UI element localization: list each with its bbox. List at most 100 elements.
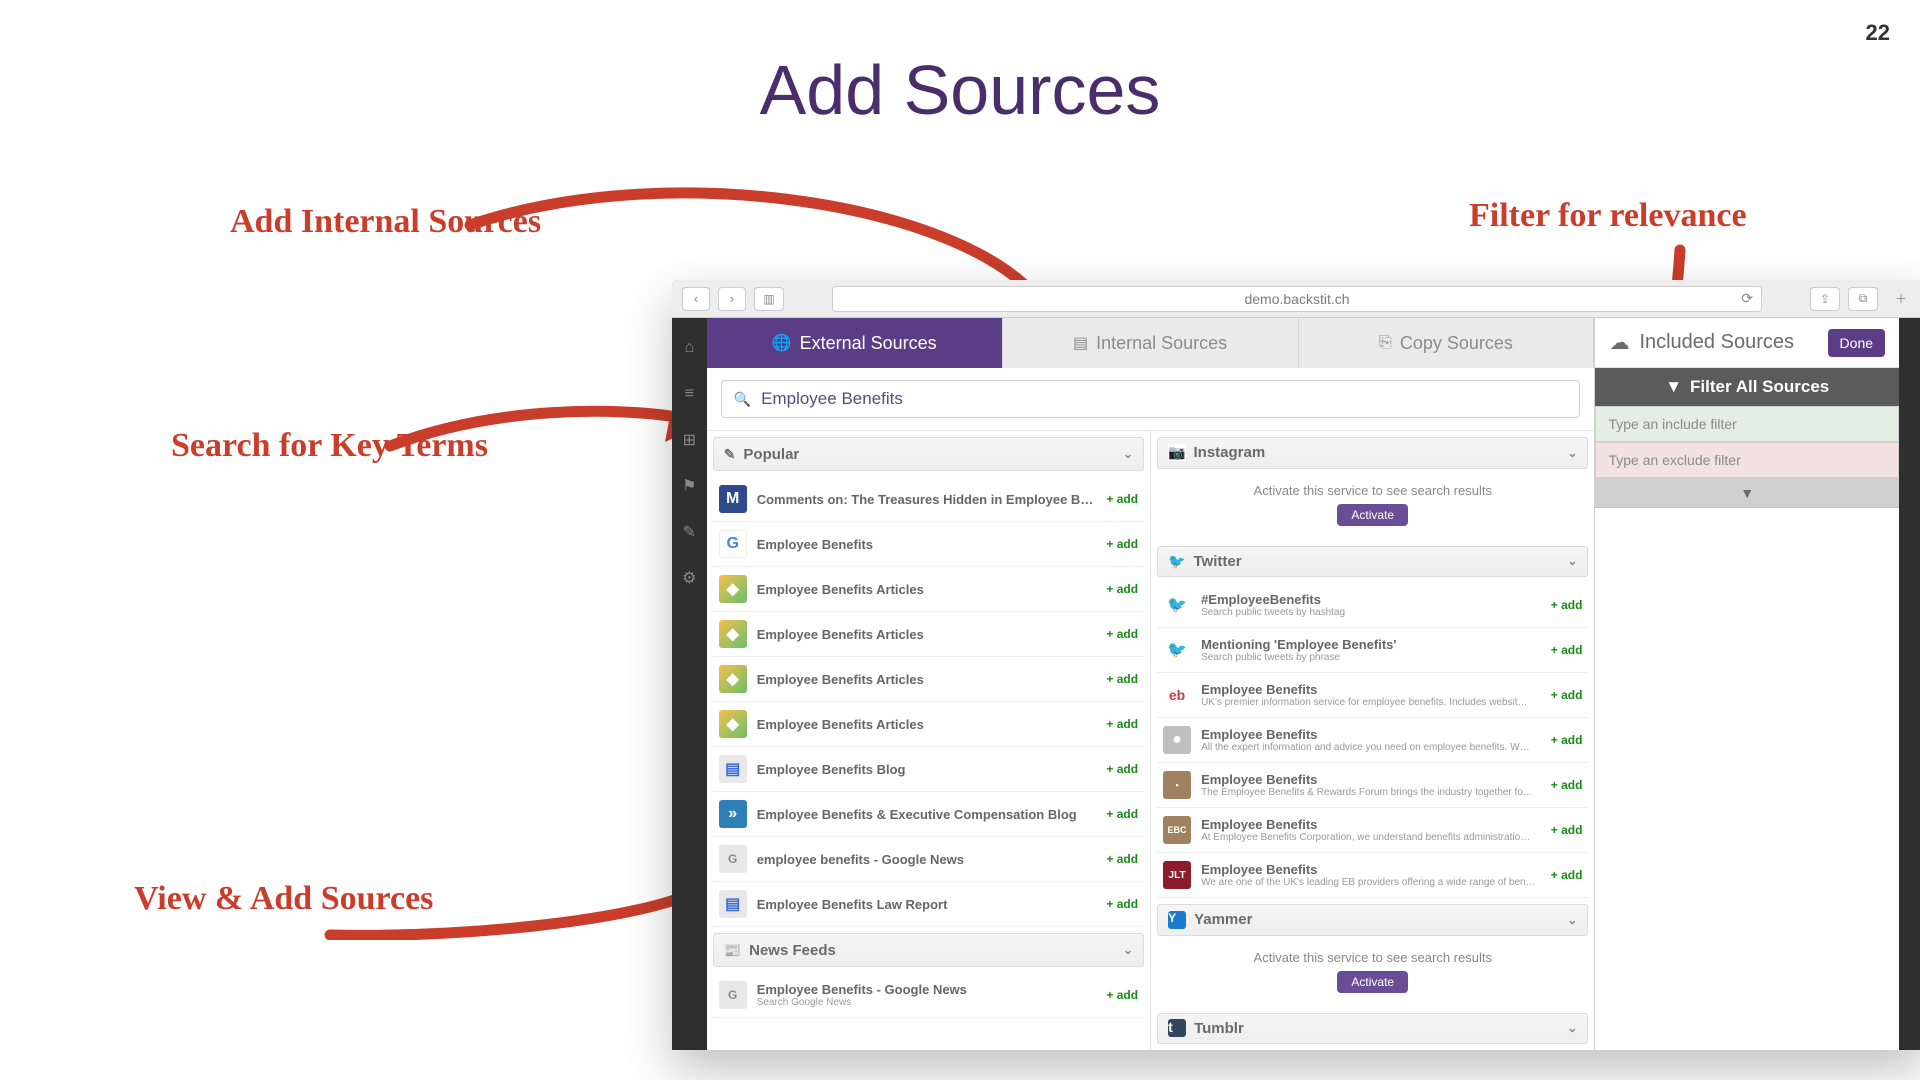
annot-add-internal: Add Internal Sources <box>230 203 541 241</box>
source-title: Comments on: The Treasures Hidden in Emp… <box>757 492 1097 507</box>
source-row[interactable]: 🐦Mentioning 'Employee Benefits'Search pu… <box>1157 628 1588 673</box>
tab-internal-label: Internal Sources <box>1096 333 1227 354</box>
add-source-button[interactable]: + add <box>1551 643 1583 657</box>
source-row[interactable]: ◆ Employee Benefits Articles + add <box>713 657 1144 702</box>
source-title: Employee Benefits Law Report <box>757 897 1097 912</box>
source-row[interactable]: 🐦#EmployeeBenefitsSearch public tweets b… <box>1157 583 1588 628</box>
tabs-button[interactable]: ⧉ <box>1848 287 1878 311</box>
left-rail: ⌂ ≡ ⊞ ⚑ ✎ ⚙ <box>672 318 707 1050</box>
rail-grid-icon[interactable]: ⊞ <box>679 430 699 450</box>
exclude-filter-input[interactable]: Type an exclude filter <box>1595 442 1899 478</box>
source-icon: ◆ <box>719 575 747 603</box>
add-source-button[interactable]: + add <box>1106 852 1138 866</box>
nav-forward-button[interactable]: › <box>718 287 746 311</box>
add-source-button[interactable]: + add <box>1106 897 1138 911</box>
search-icon: 🔍 <box>734 391 751 408</box>
section-tumblr[interactable]: t Tumblr ⌄ <box>1157 1013 1588 1045</box>
source-icon: 🐦 <box>1163 591 1191 619</box>
add-source-button[interactable]: + add <box>1551 688 1583 702</box>
filter-icon: ▼ <box>1665 377 1682 397</box>
source-row[interactable]: ◆Employee Benefits Articles+ add <box>713 567 1144 612</box>
source-row[interactable]: ●Employee BenefitsAll the expert informa… <box>1157 718 1588 763</box>
source-icon: ◆ <box>719 665 747 693</box>
source-subtitle: We are one of the UK's leading EB provid… <box>1201 877 1541 888</box>
source-row[interactable]: M Comments on: The Treasures Hidden in Em… <box>713 477 1144 522</box>
activate-instagram-button[interactable]: Activate <box>1337 504 1408 526</box>
nav-sidebar-button[interactable]: ▥ <box>754 287 784 311</box>
add-source-button[interactable]: + add <box>1551 598 1583 612</box>
source-row[interactable]: Gemployee benefits - Google News+ add <box>713 837 1144 882</box>
search-input[interactable]: 🔍 Employee Benefits <box>721 380 1581 418</box>
source-icon: M <box>719 485 747 513</box>
source-icon: G <box>719 530 747 558</box>
news-icon: 📰 <box>724 942 741 959</box>
activate-yammer-button[interactable]: Activate <box>1337 971 1408 993</box>
tab-copy[interactable]: ⎘ Copy Sources <box>1299 318 1595 368</box>
add-source-button[interactable]: + add <box>1106 988 1138 1002</box>
source-icon: ◆ <box>719 710 747 738</box>
copy-icon: ⎘ <box>1379 334 1392 352</box>
source-row[interactable]: GEmployee Benefits - Google NewsSearch G… <box>713 973 1144 1018</box>
source-title: Employee Benefits & Executive Compensati… <box>757 807 1097 822</box>
section-popular[interactable]: ✎ Popular ⌄ <box>713 437 1144 471</box>
rail-settings-icon[interactable]: ⚙ <box>679 568 699 588</box>
tab-internal[interactable]: ▤ Internal Sources <box>1003 318 1299 368</box>
rail-edit-icon[interactable]: ✎ <box>679 522 699 542</box>
add-source-button[interactable]: + add <box>1551 733 1583 747</box>
source-row[interactable]: ◆ Employee Benefits Articles + add <box>713 702 1144 747</box>
add-source-button[interactable]: + add <box>1551 778 1583 792</box>
rail-tag-icon[interactable]: ⚑ <box>679 476 699 496</box>
source-row[interactable]: ebEmployee BenefitsUK's premier informat… <box>1157 673 1588 718</box>
instagram-activate: Activate this service to see search resu… <box>1157 475 1588 534</box>
source-row[interactable]: ◆Employee Benefits Articles+ add <box>713 612 1144 657</box>
section-tumblr-label: Tumblr <box>1194 1020 1244 1037</box>
source-row[interactable]: ▪Employee BenefitsThe Employee Benefits … <box>1157 763 1588 808</box>
add-source-button[interactable]: + add <box>1106 762 1138 776</box>
source-icon: JLT <box>1163 861 1191 889</box>
source-row[interactable]: ▤Employee Benefits Blog+ add <box>713 747 1144 792</box>
add-source-button[interactable]: + add <box>1106 672 1138 686</box>
add-source-button[interactable]: + add <box>1106 537 1138 551</box>
source-row[interactable]: EBCEmployee BenefitsAt Employee Benefits… <box>1157 808 1588 853</box>
source-subtitle: Search public tweets by hashtag <box>1201 607 1541 618</box>
add-source-button[interactable]: + add <box>1106 492 1138 506</box>
section-newsfeeds[interactable]: 📰 News Feeds ⌄ <box>713 933 1144 967</box>
source-row[interactable]: GEmployee Benefits+ add <box>713 522 1144 567</box>
add-source-button[interactable]: + add <box>1551 868 1583 882</box>
filter-title: Filter All Sources <box>1690 377 1829 397</box>
reload-icon[interactable]: ⟳ <box>1741 290 1753 307</box>
rail-home-icon[interactable]: ⌂ <box>679 338 699 358</box>
source-body: Employee Benefits Articles <box>757 672 1097 687</box>
main-panel: 🌐 External Sources ▤ Internal Sources ⎘ … <box>707 318 1595 1050</box>
source-icon: 🐦 <box>1163 636 1191 664</box>
rail-list-icon[interactable]: ≡ <box>679 384 699 404</box>
add-source-button[interactable]: + add <box>1106 717 1138 731</box>
section-twitter[interactable]: 🐦 Twitter ⌄ <box>1157 546 1588 578</box>
included-sources-panel: ☁ Included Sources Done ▼ Filter All Sou… <box>1594 318 1899 1050</box>
section-instagram[interactable]: 📷 Instagram ⌄ <box>1157 437 1588 469</box>
building-icon: ▤ <box>1073 333 1088 353</box>
section-yammer[interactable]: Y Yammer ⌄ <box>1157 904 1588 936</box>
add-source-button[interactable]: + add <box>1106 807 1138 821</box>
url-field[interactable]: demo.backstit.ch ⟳ <box>832 286 1762 312</box>
add-source-button[interactable]: + add <box>1551 823 1583 837</box>
source-subtitle: All the expert information and advice yo… <box>1201 742 1541 753</box>
add-source-button[interactable]: + add <box>1106 627 1138 641</box>
annot-search-terms: Search for Key Terms <box>171 427 488 465</box>
add-tab-button[interactable]: ＋ <box>1886 287 1916 311</box>
include-filter-input[interactable]: Type an include filter <box>1595 406 1899 442</box>
source-body: employee benefits - Google News <box>757 852 1097 867</box>
share-button[interactable]: ⇪ <box>1810 287 1840 311</box>
source-title: Employee Benefits Articles <box>757 717 1097 732</box>
source-subtitle: At Employee Benefits Corporation, we und… <box>1201 832 1541 843</box>
app-body: ⌂ ≡ ⊞ ⚑ ✎ ⚙ 🌐 External Sources ▤ Interna… <box>672 318 1920 1050</box>
source-row[interactable]: JLTEmployee BenefitsWe are one of the UK… <box>1157 853 1588 898</box>
apply-filter-button[interactable]: ▼ <box>1595 478 1899 508</box>
source-body: Employee Benefits Articles <box>757 627 1097 642</box>
source-row[interactable]: »Employee Benefits & Executive Compensat… <box>713 792 1144 837</box>
source-row[interactable]: ▤Employee Benefits Law Report+ add <box>713 882 1144 927</box>
tab-external[interactable]: 🌐 External Sources <box>707 318 1003 368</box>
add-source-button[interactable]: + add <box>1106 582 1138 596</box>
nav-back-button[interactable]: ‹ <box>682 287 710 311</box>
done-button[interactable]: Done <box>1828 329 1885 357</box>
